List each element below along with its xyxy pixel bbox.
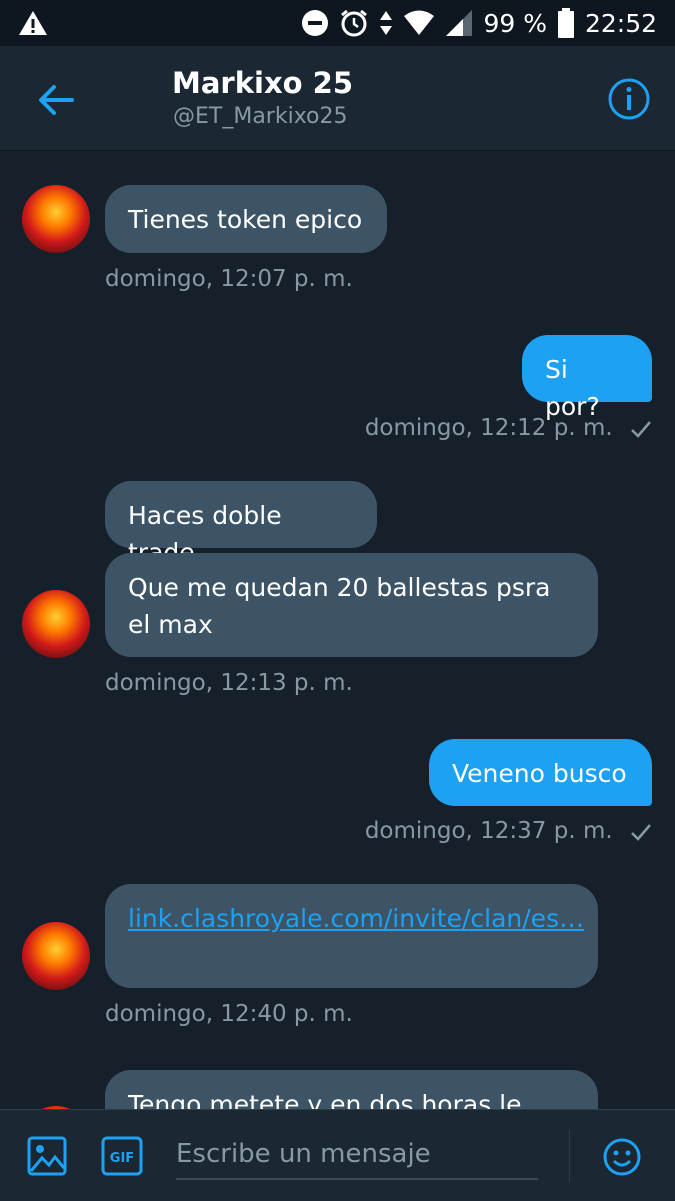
checkmark-icon bbox=[631, 823, 651, 841]
composer-divider bbox=[569, 1130, 570, 1182]
message-timestamp-row: domingo, 12:12 p. m. bbox=[365, 415, 652, 441]
conversation-header: Markixo 25 @ET_Markixo25 bbox=[0, 46, 675, 151]
clock: 22:52 bbox=[584, 8, 657, 38]
gif-button[interactable]: GIF bbox=[101, 1136, 143, 1176]
contact-name[interactable]: Markixo 25 bbox=[172, 66, 353, 100]
incoming-message[interactable]: Tengo metete y en dos horas le bbox=[105, 1070, 598, 1109]
message-composer: GIF bbox=[0, 1109, 675, 1201]
battery-percent: 99 % bbox=[483, 8, 547, 38]
message-text: Tengo metete y en dos horas le bbox=[128, 1090, 522, 1109]
message-text: Tienes token epico bbox=[128, 205, 363, 234]
info-icon[interactable] bbox=[607, 77, 651, 121]
incoming-message[interactable]: Tienes token epico bbox=[105, 185, 387, 253]
message-list[interactable]: Tienes token epico domingo, 12:07 p. m. … bbox=[0, 151, 675, 1109]
alarm-icon bbox=[341, 9, 368, 37]
incoming-message[interactable]: link.clashroyale.com/invite/clan/es… bbox=[105, 884, 598, 988]
avatar[interactable] bbox=[22, 922, 90, 990]
message-timestamp: domingo, 12:37 p. m. bbox=[364, 818, 613, 844]
status-right: 99 % 22:52 bbox=[301, 8, 657, 38]
status-bar: 99 % 22:52 bbox=[0, 0, 675, 46]
wifi-icon bbox=[404, 10, 435, 35]
status-left bbox=[18, 10, 48, 36]
data-arrows-icon bbox=[380, 11, 393, 35]
checkmark-icon bbox=[631, 420, 651, 438]
do-not-disturb-icon bbox=[302, 10, 329, 36]
image-icon[interactable] bbox=[26, 1135, 68, 1177]
message-text: Veneno busco bbox=[452, 759, 627, 788]
message-timestamp: domingo, 12:40 p. m. bbox=[105, 1001, 353, 1027]
contact-handle: @ET_Markixo25 bbox=[173, 104, 348, 129]
message-text: Si por? bbox=[545, 355, 600, 421]
message-text: Que me quedan 20 ballestas psra el max bbox=[128, 573, 551, 639]
gif-icon: GIF bbox=[101, 1136, 143, 1176]
outgoing-message[interactable]: Si por? bbox=[522, 335, 652, 421]
message-timestamp: domingo, 12:07 p. m. bbox=[105, 266, 353, 292]
battery-icon bbox=[557, 8, 574, 38]
avatar[interactable] bbox=[22, 185, 90, 253]
message-link[interactable]: link.clashroyale.com/invite/clan/es… bbox=[128, 904, 584, 933]
emoji-icon[interactable] bbox=[602, 1137, 642, 1177]
incoming-message[interactable]: Haces doble trade bbox=[105, 481, 377, 567]
gif-label: GIF bbox=[110, 1151, 134, 1166]
message-timestamp: domingo, 12:12 p. m. bbox=[364, 415, 613, 441]
message-timestamp-row: domingo, 12:37 p. m. bbox=[365, 818, 652, 844]
incoming-message[interactable]: Que me quedan 20 ballestas psra el max bbox=[105, 553, 598, 657]
signal-icon bbox=[446, 10, 473, 36]
message-timestamp: domingo, 12:13 p. m. bbox=[105, 670, 353, 696]
outgoing-message[interactable]: Veneno busco bbox=[429, 739, 652, 806]
back-arrow-icon[interactable] bbox=[34, 78, 78, 122]
warning-icon bbox=[19, 11, 47, 35]
message-input[interactable] bbox=[176, 1130, 538, 1180]
avatar[interactable] bbox=[22, 590, 90, 658]
